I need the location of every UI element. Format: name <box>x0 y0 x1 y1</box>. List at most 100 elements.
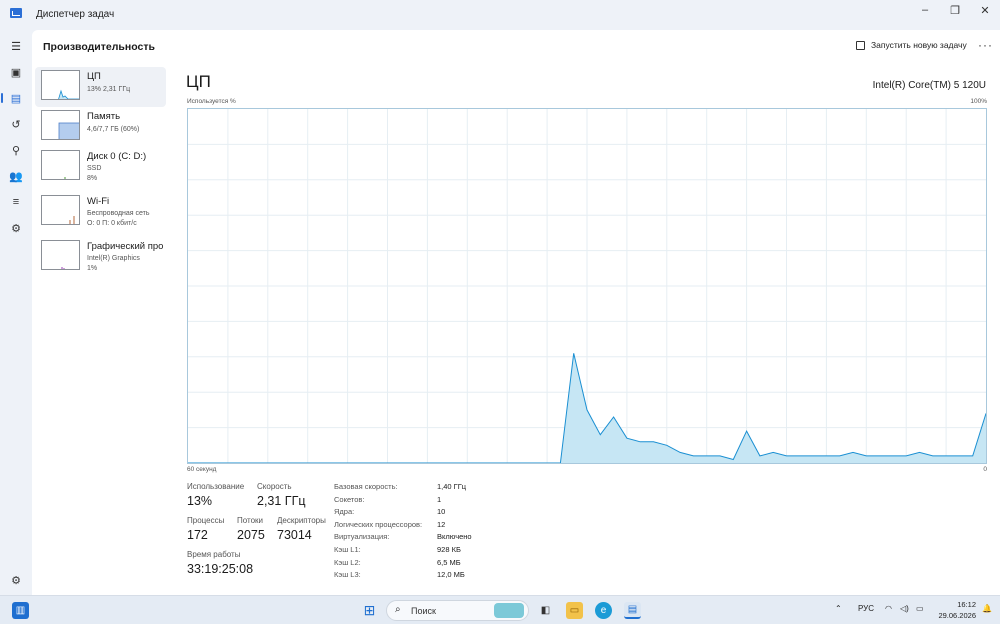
l3-cache-key: Кэш L3: <box>334 570 361 579</box>
memory-thumbnail <box>41 110 80 140</box>
device-name: ЦП <box>87 71 101 82</box>
run-new-task-button[interactable]: Запустить новую задачу <box>856 40 967 50</box>
cores-value: 10 <box>437 507 446 516</box>
device-sub: О: 0 П: 0 кбит/с <box>87 220 137 227</box>
minimize-button[interactable]: – <box>910 0 940 20</box>
l1-cache-key: Кэш L1: <box>334 545 361 554</box>
battery-icon[interactable]: ▭ <box>916 604 924 613</box>
task-manager-app-icon <box>10 8 22 18</box>
device-sub: Беспроводная сеть <box>87 210 150 217</box>
base-speed-key: Базовая скорость: <box>334 482 398 491</box>
l3-cache-value: 12,0 МБ <box>437 570 465 579</box>
logical-processors-value: 12 <box>437 520 446 529</box>
run-new-task-label: Запустить новую задачу <box>871 40 967 50</box>
device-cpu[interactable]: ЦП 13% 2,31 ГГц <box>35 67 166 107</box>
widgets-icon[interactable]: ▥ <box>12 602 29 619</box>
search-placeholder: Поиск <box>411 606 436 616</box>
handles-label: Дескрипторы <box>277 516 326 525</box>
sockets-value: 1 <box>437 495 442 504</box>
l1-cache-value: 928 КБ <box>437 545 461 554</box>
x-axis-right-label: 0 <box>983 466 987 473</box>
more-options-icon[interactable]: ··· <box>978 38 993 52</box>
edge-browser-icon[interactable]: e <box>595 602 612 619</box>
usage-label: Использование <box>187 482 245 491</box>
device-sub: SSD <box>87 165 102 172</box>
file-explorer-icon[interactable]: ▭ <box>566 602 583 619</box>
cpu-graph-svg <box>188 109 986 463</box>
start-windows-icon[interactable]: ⊞ <box>361 602 378 619</box>
search-highlight-image <box>494 603 524 618</box>
y-axis-max-label: 100% <box>970 98 987 105</box>
cpu-thumbnail <box>41 70 80 100</box>
language-indicator[interactable]: РУС <box>858 604 874 613</box>
virtualization-value: Включено <box>437 532 472 541</box>
device-name: Диск 0 (C: D:) <box>87 151 147 162</box>
nav-services-icon[interactable]: ⚙ <box>6 218 26 238</box>
wifi-thumbnail <box>41 195 80 225</box>
nav-processes-icon[interactable]: ▣ <box>6 62 26 82</box>
cpu-title: ЦП <box>186 72 211 91</box>
nav-app-history-icon[interactable]: ↺ <box>6 114 26 134</box>
device-sub: 1% <box>87 265 98 272</box>
volume-icon[interactable]: ◁) <box>900 604 909 613</box>
virtualization-key: Виртуализация: <box>334 532 390 541</box>
device-name: Wi-Fi <box>87 196 110 207</box>
device-memory[interactable]: Память 4,6/7,7 ГБ (60%) <box>35 107 166 147</box>
logical-processors-key: Логических процессоров: <box>334 520 423 529</box>
cpu-model: Intel(R) Core(TM) 5 120U <box>872 80 986 91</box>
gpu-thumbnail <box>41 240 80 270</box>
device-disk[interactable]: Диск 0 (C: D:) SSD 8% <box>35 147 166 187</box>
settings-gear-icon[interactable]: ⚙ <box>6 570 26 590</box>
left-nav: ☰ ▣ ▤ ↺ ⚲ 👥 ≡ ⚙ ⚙ <box>0 30 32 595</box>
device-wifi[interactable]: Wi-Fi Беспроводная сеть О: 0 П: 0 кбит/с <box>35 192 166 232</box>
taskbar-search-input[interactable]: ⌕ Поиск <box>386 600 529 621</box>
y-axis-label: Используется % <box>187 98 236 105</box>
cpu-usage-graph <box>187 108 987 464</box>
hamburger-menu-icon[interactable]: ☰ <box>6 36 26 56</box>
x-axis-left-label: 60 секунд <box>187 466 217 473</box>
close-button[interactable]: ✕ <box>970 0 1000 20</box>
clock-time: 16:12 <box>957 600 976 609</box>
device-name: Графический про <box>87 241 164 252</box>
nav-details-icon[interactable]: ≡ <box>6 192 26 212</box>
base-speed-value: 1,40 ГГц <box>437 482 467 491</box>
clock[interactable]: 16:12 29.06.2026 <box>936 599 976 621</box>
new-task-icon <box>856 40 865 50</box>
title-bar: Диспетчер задач – ❐ ✕ <box>0 0 1000 30</box>
nav-startup-apps-icon[interactable]: ⚲ <box>6 140 26 160</box>
usage-value: 13% <box>187 494 213 508</box>
uptime-label: Время работы <box>187 550 241 559</box>
disk-thumbnail <box>41 150 80 180</box>
processes-value: 172 <box>187 528 208 542</box>
uptime-value: 33:19:25:08 <box>187 562 254 576</box>
device-sub: 8% <box>87 175 98 182</box>
clock-date: 29.06.2026 <box>938 611 976 620</box>
wifi-icon[interactable]: ◠ <box>885 604 892 613</box>
speed-label: Скорость <box>257 482 292 491</box>
nav-users-icon[interactable]: 👥 <box>6 166 26 186</box>
search-icon: ⌕ <box>395 604 401 615</box>
l2-cache-value: 6,5 МБ <box>437 558 461 567</box>
window-title: Диспетчер задач <box>36 9 115 20</box>
l2-cache-key: Кэш L2: <box>334 558 361 567</box>
speed-value: 2,31 ГГц <box>257 494 306 508</box>
device-name: Память <box>87 111 121 122</box>
tray-overflow-icon[interactable]: ⌃ <box>835 604 842 613</box>
task-view-icon[interactable]: ◧ <box>537 602 554 619</box>
nav-performance-icon[interactable]: ▤ <box>1 88 26 108</box>
cores-key: Ядра: <box>334 507 355 516</box>
main-panel: Производительность Запустить новую задач… <box>32 30 1000 595</box>
page-title: Производительность <box>43 41 155 53</box>
handles-value: 73014 <box>277 528 312 542</box>
device-sub: 4,6/7,7 ГБ (60%) <box>87 126 140 133</box>
taskbar: ▥ ⊞ ⌕ Поиск ◧ ▭ e ▤ ⌃ РУС ◠ ◁) ▭ 16:12 2… <box>0 595 1000 624</box>
maximize-button[interactable]: ❐ <box>940 0 970 20</box>
sockets-key: Сокетов: <box>334 495 365 504</box>
device-sub: 13% 2,31 ГГц <box>87 86 131 93</box>
device-sub: Intel(R) Graphics <box>87 255 140 262</box>
processes-label: Процессы <box>187 516 225 525</box>
device-gpu[interactable]: Графический про Intel(R) Graphics 1% <box>35 237 166 277</box>
notifications-bell-icon[interactable]: 🔔 <box>982 604 992 613</box>
threads-value: 2075 <box>237 528 265 542</box>
task-manager-taskbar-icon[interactable]: ▤ <box>624 602 641 619</box>
